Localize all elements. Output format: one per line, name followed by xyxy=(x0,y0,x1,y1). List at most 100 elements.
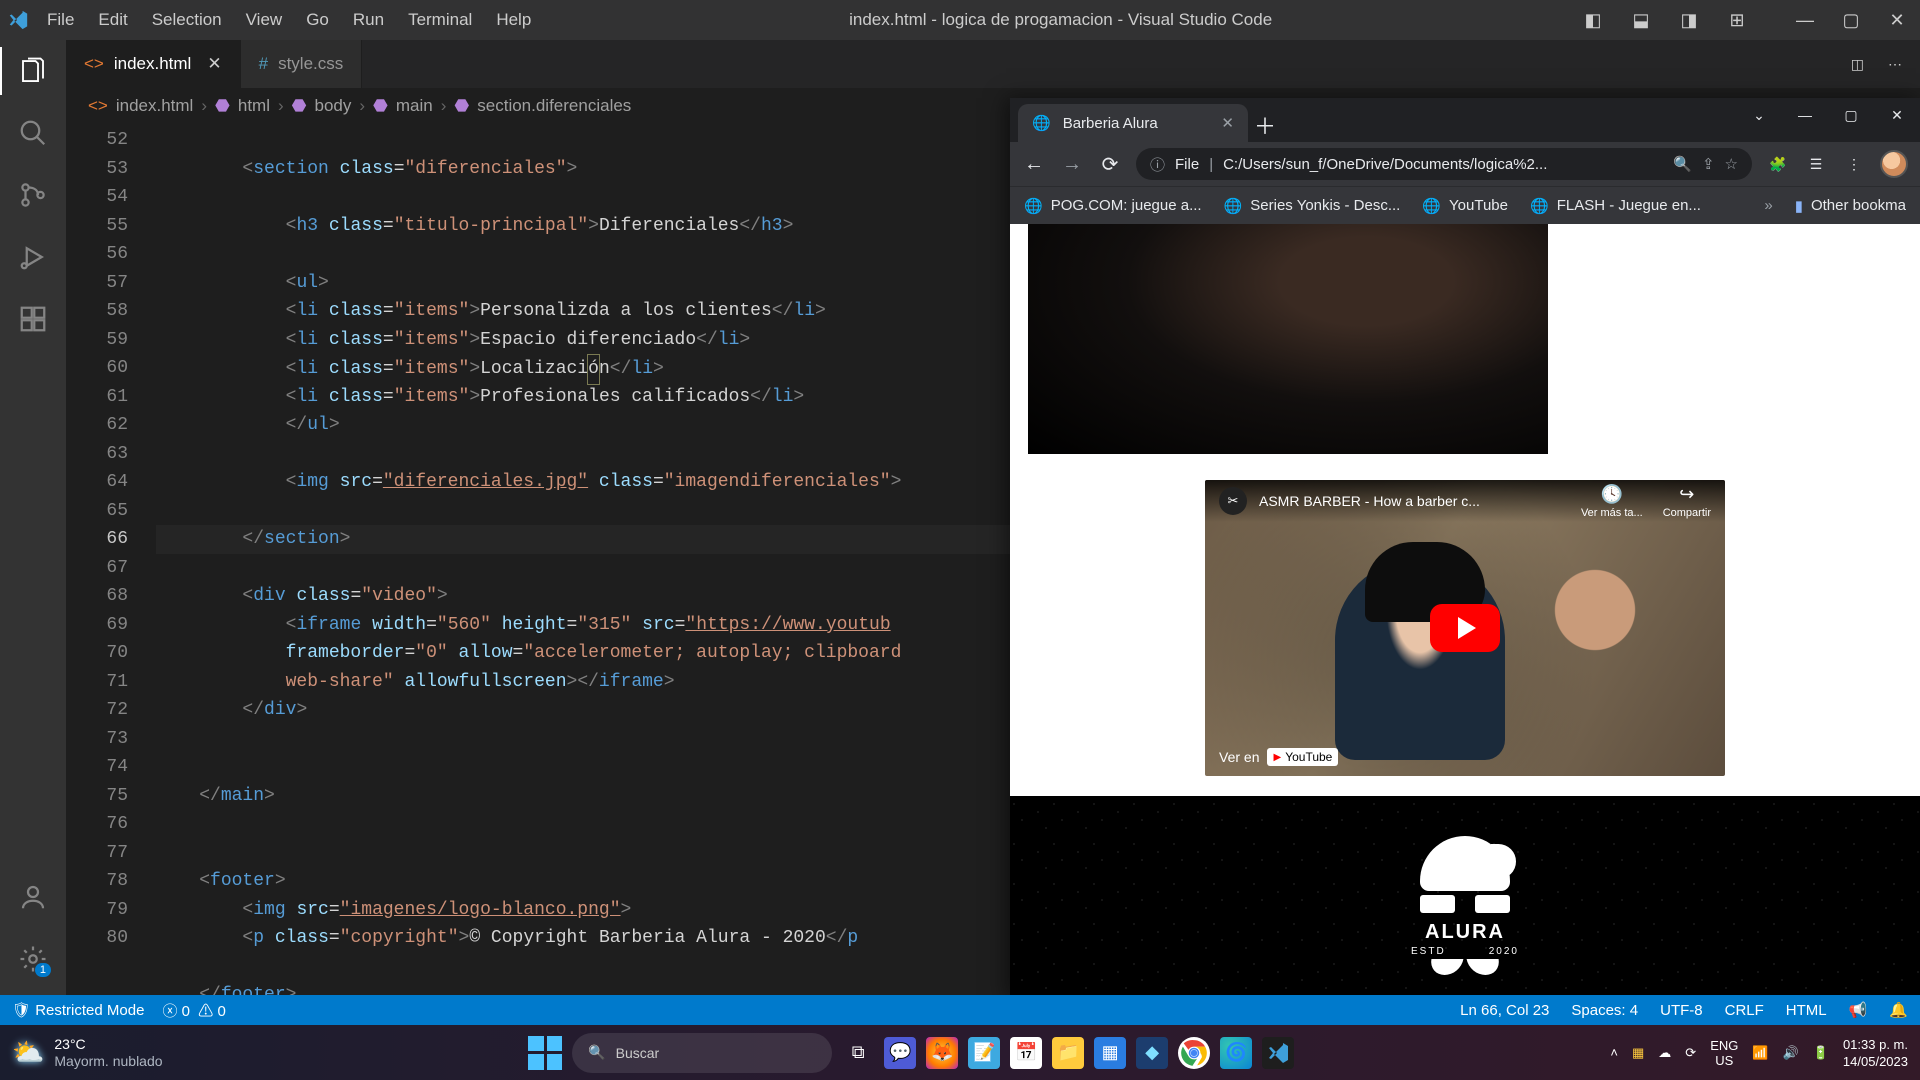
channel-avatar-icon[interactable]: ✂ xyxy=(1219,487,1247,515)
start-button[interactable] xyxy=(528,1036,562,1070)
indentation-indicator[interactable]: Spaces: 4 xyxy=(1571,1002,1638,1019)
eol-indicator[interactable]: CRLF xyxy=(1725,1002,1764,1019)
firefox-icon[interactable]: 🦊 xyxy=(926,1037,958,1069)
vscode-taskbar-icon[interactable] xyxy=(1262,1037,1294,1069)
battery-icon[interactable]: 🔋 xyxy=(1813,1045,1829,1061)
restricted-mode-indicator[interactable]: 🛡 Restricted Mode xyxy=(12,1001,144,1019)
extensions-puzzle-icon[interactable]: 🧩 xyxy=(1766,156,1790,173)
volume-icon[interactable]: 🔊 xyxy=(1783,1045,1799,1061)
other-bookmarks-folder[interactable]: ▮Other bookma xyxy=(1795,197,1906,215)
more-actions-icon[interactable]: ⋯ xyxy=(1888,56,1902,73)
menu-view[interactable]: View xyxy=(234,0,295,40)
search-icon[interactable] xyxy=(17,117,49,149)
menu-terminal[interactable]: Terminal xyxy=(396,0,484,40)
menu-edit[interactable]: Edit xyxy=(86,0,139,40)
reading-list-icon[interactable]: ☰ xyxy=(1804,156,1828,173)
back-button[interactable]: ← xyxy=(1022,153,1046,176)
profile-avatar[interactable] xyxy=(1880,150,1908,178)
edge-icon[interactable]: 🌀 xyxy=(1220,1037,1252,1069)
forward-button[interactable]: → xyxy=(1060,153,1084,176)
breadcrumb-item[interactable]: main xyxy=(396,96,433,116)
breadcrumb-item[interactable]: body xyxy=(315,96,352,116)
problems-indicator[interactable]: ⓧ 0 ⚠ 0 xyxy=(162,1000,225,1021)
sync-icon[interactable]: ⟳ xyxy=(1685,1045,1696,1061)
close-button[interactable]: ✕ xyxy=(1874,98,1920,132)
weather-widget[interactable]: ⛅ 23°C Mayorm. nublado xyxy=(12,1036,212,1070)
feedback-icon[interactable]: 📢 xyxy=(1849,1001,1868,1019)
maximize-button[interactable]: ▢ xyxy=(1828,0,1874,40)
weather-icon: ⛅ xyxy=(12,1044,44,1061)
split-editor-icon[interactable]: ◫ xyxy=(1851,56,1864,73)
breadcrumb-item[interactable]: html xyxy=(238,96,270,116)
bookmark-star-icon[interactable]: ☆ xyxy=(1725,155,1738,173)
address-bar[interactable]: ⓘ File | C:/Users/sun_f/OneDrive/Documen… xyxy=(1136,148,1752,180)
task-view-icon[interactable]: ⧉ xyxy=(842,1037,874,1069)
watch-on-youtube-link[interactable]: Ver en YouTube xyxy=(1219,748,1338,766)
chevron-down-icon[interactable]: ⌄ xyxy=(1736,98,1782,132)
close-button[interactable]: ✕ xyxy=(1874,0,1920,40)
tray-overflow-icon[interactable]: ˄ xyxy=(1610,1045,1618,1060)
play-button-icon[interactable] xyxy=(1430,604,1500,652)
tab-style-css[interactable]: # style.css xyxy=(241,40,363,88)
menu-file[interactable]: File xyxy=(35,0,86,40)
editor-tabs: <> index.html ✕ # style.css ◫ ⋯ xyxy=(66,40,1920,88)
bookmark-item[interactable]: 🌐Series Yonkis - Desc... xyxy=(1224,197,1401,215)
menu-selection[interactable]: Selection xyxy=(140,0,234,40)
chrome-icon[interactable] xyxy=(1178,1037,1210,1069)
new-tab-button[interactable]: ＋ xyxy=(1248,108,1282,142)
notepad-icon[interactable]: 📝 xyxy=(968,1037,1000,1069)
language-mode[interactable]: HTML xyxy=(1786,1002,1827,1019)
tray-app-icon[interactable]: ▦ xyxy=(1632,1045,1644,1061)
toggle-panel-left-icon[interactable]: ◧ xyxy=(1578,10,1608,31)
wifi-icon[interactable]: 📶 xyxy=(1752,1045,1768,1061)
menu-run[interactable]: Run xyxy=(341,0,396,40)
bookmark-overflow-icon[interactable]: » xyxy=(1764,197,1772,214)
menu-go[interactable]: Go xyxy=(294,0,341,40)
bookmark-item[interactable]: 🌐FLASH - Juegue en... xyxy=(1530,197,1701,215)
calendar-icon[interactable]: 📅 xyxy=(1010,1037,1042,1069)
bookmark-item[interactable]: 🌐POG.COM: juegue a... xyxy=(1024,197,1202,215)
taskbar-search[interactable]: 🔍 Buscar xyxy=(572,1033,832,1073)
share-button[interactable]: ↪Compartir xyxy=(1663,484,1711,519)
reload-button[interactable]: ⟳ xyxy=(1098,152,1122,177)
onedrive-icon[interactable]: ☁ xyxy=(1658,1045,1671,1061)
breadcrumb-file[interactable]: index.html xyxy=(116,96,193,116)
settings-badge: 1 xyxy=(35,963,51,977)
chrome-menu-icon[interactable]: ⋮ xyxy=(1842,156,1866,173)
minimize-button[interactable]: — xyxy=(1782,0,1828,40)
app-icon[interactable]: ▦ xyxy=(1094,1037,1126,1069)
clock[interactable]: 01:33 p. m. 14/05/2023 xyxy=(1843,1036,1908,1070)
app-icon[interactable]: ◆ xyxy=(1136,1037,1168,1069)
run-debug-icon[interactable] xyxy=(17,241,49,273)
youtube-embed[interactable]: ✂ ASMR BARBER - How a barber c... 🕓Ver m… xyxy=(1205,480,1725,776)
globe-icon: 🌐 xyxy=(1032,114,1051,132)
breadcrumb-item[interactable]: section.diferenciales xyxy=(477,96,631,116)
accounts-icon[interactable] xyxy=(17,881,49,913)
encoding-indicator[interactable]: UTF-8 xyxy=(1660,1002,1703,1019)
explorer-icon[interactable] xyxy=(17,55,49,87)
minimize-button[interactable]: — xyxy=(1782,98,1828,132)
share-icon[interactable]: ⇪ xyxy=(1702,155,1715,173)
notifications-icon[interactable]: 🔔 xyxy=(1889,1001,1908,1019)
extensions-icon[interactable] xyxy=(17,303,49,335)
zoom-icon[interactable]: 🔍 xyxy=(1673,155,1692,173)
tab-index-html[interactable]: <> index.html ✕ xyxy=(66,40,241,88)
toggle-panel-bottom-icon[interactable]: ⬓ xyxy=(1626,10,1656,31)
symbol-icon: ⬣ xyxy=(215,96,230,116)
site-info-icon[interactable]: ⓘ xyxy=(1150,154,1165,175)
close-tab-icon[interactable]: ✕ xyxy=(207,54,221,74)
close-tab-icon[interactable]: ✕ xyxy=(1221,114,1234,132)
maximize-button[interactable]: ▢ xyxy=(1828,98,1874,132)
customize-layout-icon[interactable]: ⊞ xyxy=(1722,10,1752,31)
browser-tab[interactable]: 🌐 Barberia Alura ✕ xyxy=(1018,104,1248,142)
toggle-panel-right-icon[interactable]: ◨ xyxy=(1674,10,1704,31)
menu-help[interactable]: Help xyxy=(484,0,543,40)
chat-app-icon[interactable]: 💬 xyxy=(884,1037,916,1069)
bookmark-item[interactable]: 🌐YouTube xyxy=(1422,197,1508,215)
language-indicator[interactable]: ENG US xyxy=(1710,1038,1738,1068)
source-control-icon[interactable] xyxy=(17,179,49,211)
settings-gear-icon[interactable]: 1 xyxy=(17,943,49,975)
file-explorer-icon[interactable]: 📁 xyxy=(1052,1037,1084,1069)
watch-later-button[interactable]: 🕓Ver más ta... xyxy=(1581,484,1643,519)
cursor-position[interactable]: Ln 66, Col 23 xyxy=(1460,1002,1549,1019)
